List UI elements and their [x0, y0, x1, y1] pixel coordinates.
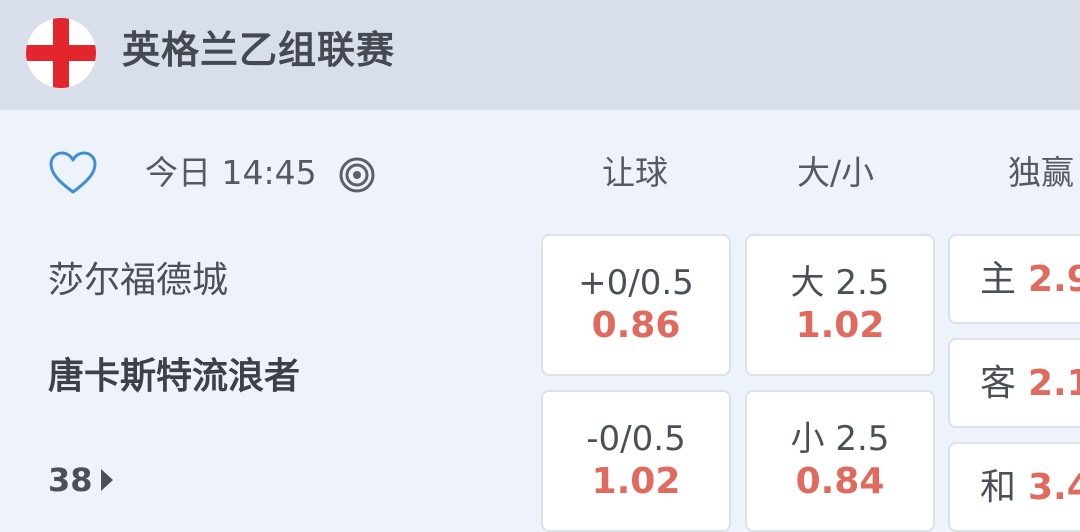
- odds-label: 和: [980, 467, 1017, 508]
- over-odds-button[interactable]: 大 2.5 1.02: [745, 234, 935, 376]
- england-flag-icon: [26, 18, 96, 88]
- odds-price: 0.84: [795, 461, 885, 502]
- more-markets-link[interactable]: 38: [48, 460, 113, 500]
- odds-price: 1.02: [591, 461, 681, 502]
- column-header-handicap: 让球: [602, 153, 668, 192]
- win-home-odds-button[interactable]: 主 2.9: [948, 234, 1080, 324]
- win-away-odds-button[interactable]: 客 2.1: [948, 338, 1080, 428]
- home-team-name: 莎尔福德城: [48, 260, 229, 301]
- live-target-icon[interactable]: [338, 156, 376, 194]
- column-header-win-draw-win: 独赢: [1008, 153, 1074, 192]
- odds-line: 小 2.5: [790, 419, 890, 459]
- markets-count: 38: [48, 461, 93, 499]
- odds-price: 1.02: [795, 305, 885, 346]
- odds-label: 客: [980, 363, 1017, 404]
- column-header-over-under: 大/小: [797, 153, 875, 192]
- odds-line: +0/0.5: [578, 263, 694, 303]
- handicap-away-odds-button[interactable]: -0/0.5 1.02: [541, 390, 731, 532]
- odds-price: 2.1: [1028, 363, 1080, 404]
- league-title: 英格兰乙组联赛: [122, 28, 396, 72]
- match-time: 今日 14:45: [145, 153, 317, 192]
- favorite-heart-icon[interactable]: [48, 150, 98, 196]
- odds-line: -0/0.5: [586, 419, 686, 459]
- play-arrow-icon: [100, 469, 113, 491]
- odds-price: 0.86: [591, 305, 681, 346]
- league-header: 英格兰乙组联赛: [0, 0, 1080, 110]
- odds-price: 2.9: [1028, 259, 1080, 300]
- odds-price: 3.4: [1028, 467, 1080, 508]
- odds-label: 主: [980, 259, 1017, 300]
- handicap-home-odds-button[interactable]: +0/0.5 0.86: [541, 234, 731, 376]
- odds-line: 大 2.5: [790, 263, 890, 303]
- draw-odds-button[interactable]: 和 3.4: [948, 442, 1080, 532]
- away-team-name: 唐卡斯特流浪者: [48, 356, 301, 397]
- under-odds-button[interactable]: 小 2.5 0.84: [745, 390, 935, 532]
